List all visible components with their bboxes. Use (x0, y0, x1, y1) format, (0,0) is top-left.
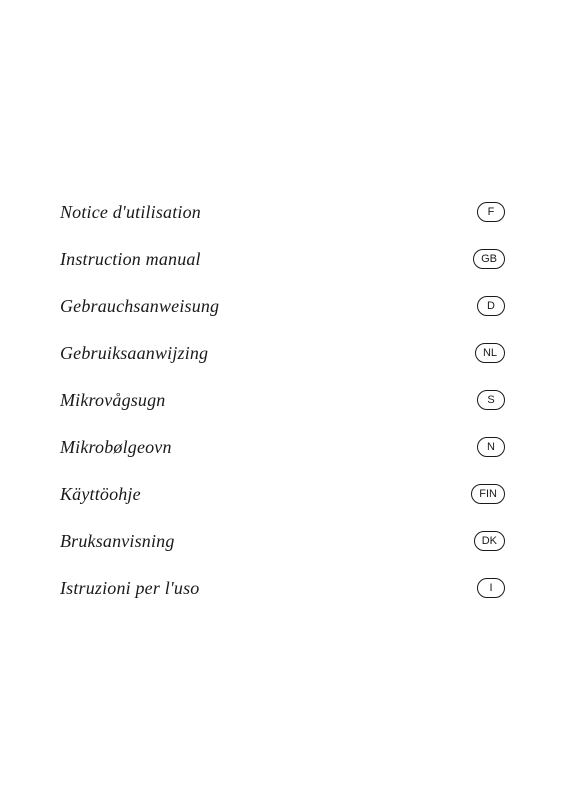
manual-row: Mikrovågsugn S (60, 377, 505, 424)
manual-row: Mikrobølgeovn N (60, 424, 505, 471)
manual-label: Instruction manual (60, 249, 201, 270)
language-badge: F (477, 202, 505, 222)
manual-row: Notice d'utilisation F (60, 189, 505, 236)
language-badge: DK (474, 531, 505, 551)
manual-label: Mikrobølgeovn (60, 437, 172, 458)
manual-list: Notice d'utilisation F Instruction manual G… (0, 189, 565, 612)
language-badge: S (477, 390, 505, 410)
language-badge: I (477, 578, 505, 598)
manual-label: Mikrovågsugn (60, 390, 165, 411)
language-badge: NL (475, 343, 505, 363)
manual-row: Gebruiksaanwijzing NL (60, 330, 505, 377)
manual-row: Bruksanvisning DK (60, 518, 505, 565)
manual-label: Gebruiksaanwijzing (60, 343, 208, 364)
manual-row: Instruction manual GB (60, 236, 505, 283)
language-badge: GB (473, 249, 505, 269)
manual-row: Gebrauchsanweisung D (60, 283, 505, 330)
manual-row: Käyttöohje FIN (60, 471, 505, 518)
language-badge: D (477, 296, 505, 316)
language-badge: FIN (471, 484, 505, 504)
manual-row: Istruzioni per l'uso I (60, 565, 505, 612)
manual-label: Käyttöohje (60, 484, 141, 505)
language-badge: N (477, 437, 505, 457)
manual-label: Gebrauchsanweisung (60, 296, 219, 317)
manual-label: Istruzioni per l'uso (60, 578, 199, 599)
manual-label: Notice d'utilisation (60, 202, 201, 223)
page: Notice d'utilisation F Instruction manual G… (0, 0, 565, 800)
manual-label: Bruksanvisning (60, 531, 175, 552)
